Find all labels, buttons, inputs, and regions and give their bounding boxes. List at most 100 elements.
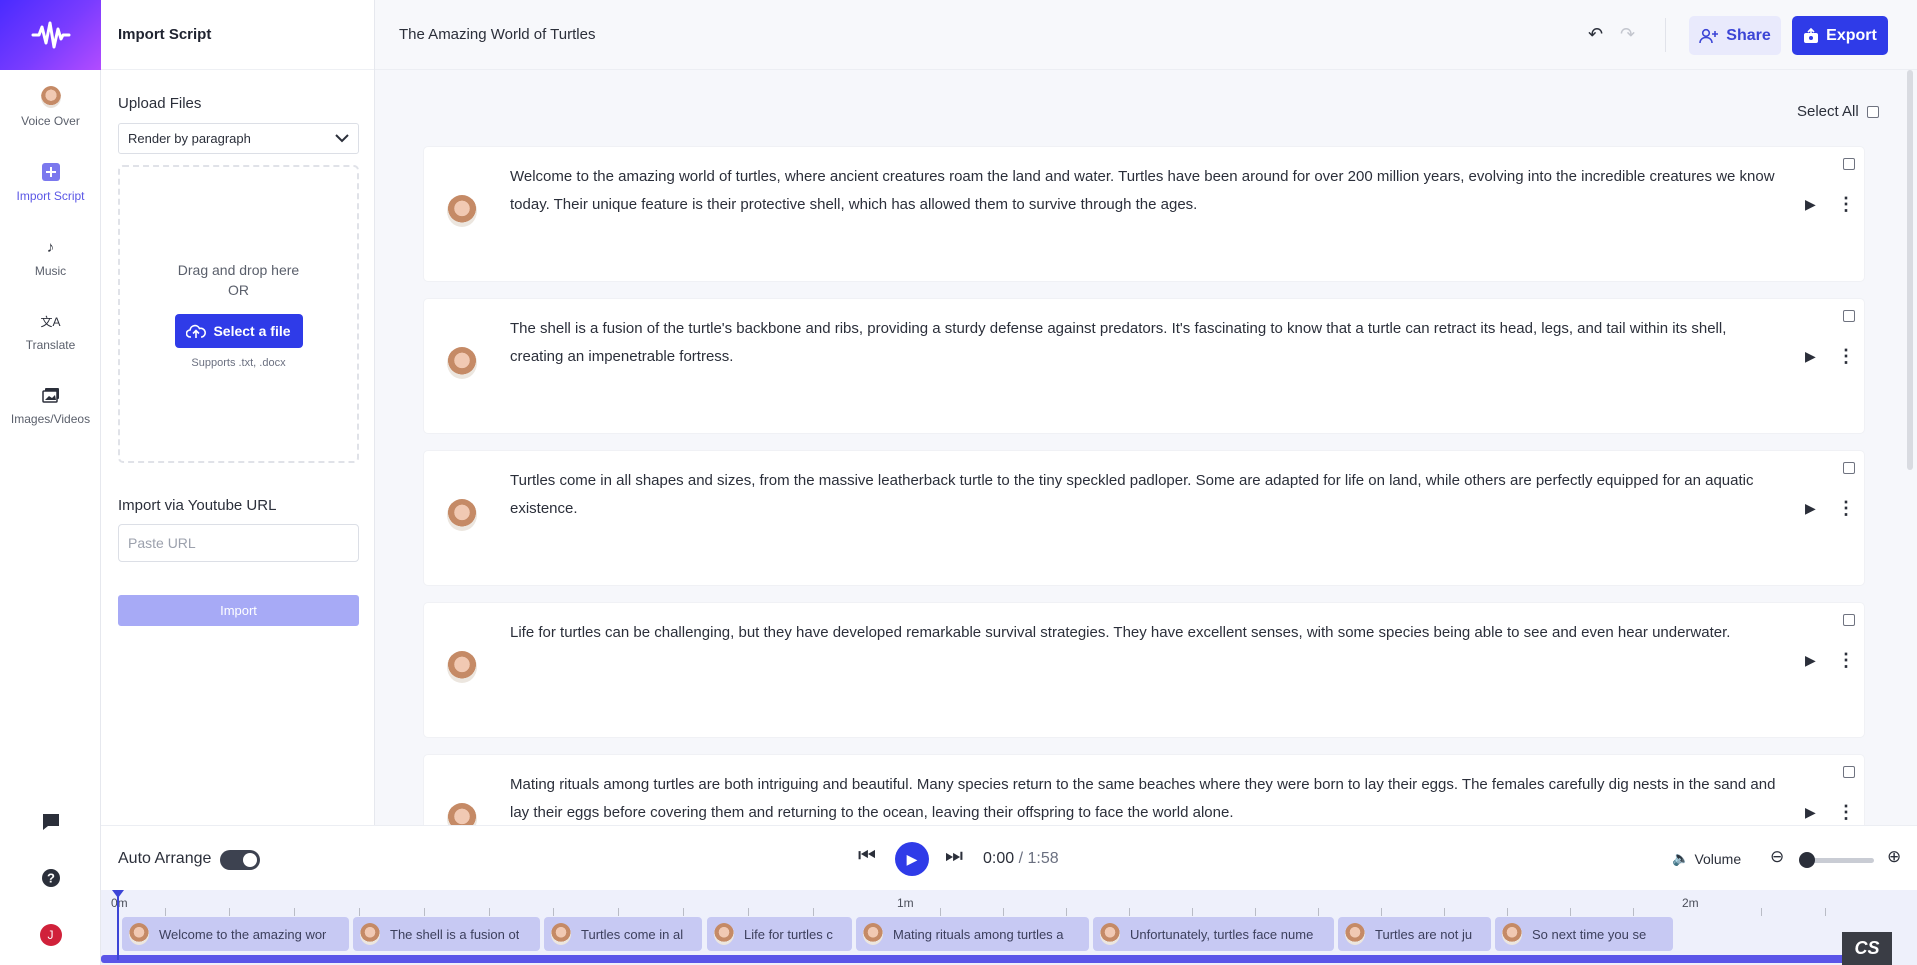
- render-mode-value: Render by paragraph: [128, 131, 251, 146]
- clip-avatar: [863, 923, 883, 945]
- help-button[interactable]: ?: [0, 868, 101, 888]
- rail-item-voice-over[interactable]: Voice Over: [0, 86, 101, 128]
- timeline-clip[interactable]: Life for turtles c: [707, 917, 852, 951]
- skip-back-icon[interactable]: ⏮: [858, 845, 876, 868]
- timeline-ruler: 0m 1m 2m: [101, 890, 1917, 917]
- paragraph-checkbox[interactable]: [1843, 462, 1855, 474]
- timeline-clip[interactable]: Mating rituals among turtles a: [856, 917, 1089, 951]
- voice-avatar[interactable]: [447, 499, 477, 531]
- paragraph-card[interactable]: Mating rituals among turtles are both in…: [424, 755, 1864, 825]
- ruler-tick: [1066, 908, 1067, 916]
- avatar-icon: [40, 86, 61, 108]
- paragraph-checkbox[interactable]: [1843, 766, 1855, 778]
- clip-label: Unfortunately, turtles face nume: [1130, 926, 1314, 942]
- youtube-url-input[interactable]: [118, 524, 359, 562]
- paragraph-text[interactable]: Life for turtles can be challenging, but…: [510, 619, 1780, 647]
- zoom-in-icon[interactable]: ⊕: [1887, 847, 1901, 867]
- more-options-icon[interactable]: ⋮: [1837, 650, 1855, 671]
- current-time: 0:00: [983, 850, 1015, 867]
- auto-arrange-toggle[interactable]: [220, 850, 260, 870]
- panel-title: Import Script: [101, 0, 374, 70]
- paragraph-text[interactable]: The shell is a fusion of the turtle's ba…: [510, 315, 1780, 371]
- app-logo[interactable]: [0, 0, 101, 70]
- ruler-tick: [618, 908, 619, 916]
- skip-forward-icon[interactable]: ⏭: [945, 845, 963, 868]
- project-title[interactable]: The Amazing World of Turtles: [399, 26, 595, 43]
- chat-button[interactable]: [0, 812, 101, 832]
- ruler-tick: [1003, 908, 1004, 916]
- share-button[interactable]: Share: [1689, 16, 1781, 55]
- paragraph-checkbox[interactable]: [1843, 614, 1855, 626]
- paragraph-text[interactable]: Turtles come in all shapes and sizes, fr…: [510, 467, 1780, 523]
- timeline-clip[interactable]: Welcome to the amazing wor: [122, 917, 349, 951]
- waveform-logo-icon: [31, 21, 70, 49]
- timeline[interactable]: 0m 1m 2m Welcome to the amazing wor The …: [101, 890, 1917, 965]
- undo-icon[interactable]: ↶: [1588, 24, 1603, 45]
- paragraph-text[interactable]: Mating rituals among turtles are both in…: [510, 771, 1780, 825]
- timeline-clip[interactable]: So next time you se: [1495, 917, 1673, 951]
- rail-item-label: Music: [34, 264, 67, 278]
- select-file-button[interactable]: Select a file: [174, 313, 303, 348]
- ruler-tick: [294, 908, 295, 916]
- paragraph-card[interactable]: Turtles come in all shapes and sizes, fr…: [424, 451, 1864, 585]
- drag-drop-text: Drag and drop here: [177, 261, 300, 278]
- paragraph-card[interactable]: Life for turtles can be challenging, but…: [424, 603, 1864, 737]
- ruler-tick: [1633, 908, 1634, 916]
- paragraph-checkbox[interactable]: [1843, 158, 1855, 170]
- timeline-playhead[interactable]: [112, 890, 124, 960]
- play-icon[interactable]: ▶: [1805, 804, 1816, 821]
- paragraph-checkbox[interactable]: [1843, 310, 1855, 322]
- more-options-icon[interactable]: ⋮: [1837, 194, 1855, 215]
- play-icon[interactable]: ▶: [1805, 500, 1816, 517]
- render-mode-select[interactable]: Render by paragraph: [118, 123, 359, 154]
- ruler-tick: [683, 908, 684, 916]
- rail-item-music[interactable]: ♪ Music: [0, 236, 101, 279]
- ruler-tick: [359, 908, 360, 916]
- timeline-clip[interactable]: The shell is a fusion ot: [353, 917, 540, 951]
- voice-avatar[interactable]: [447, 803, 477, 825]
- more-options-icon[interactable]: ⋮: [1837, 498, 1855, 519]
- import-button[interactable]: Import: [118, 595, 359, 626]
- or-text: OR: [228, 281, 249, 298]
- paragraph-card[interactable]: The shell is a fusion of the turtle's ba…: [424, 299, 1864, 433]
- select-all-control[interactable]: Select All: [1797, 103, 1879, 120]
- select-all-checkbox[interactable]: [1866, 105, 1879, 118]
- rail-item-import-script[interactable]: Import Script: [0, 161, 101, 203]
- voice-avatar[interactable]: [447, 651, 477, 683]
- export-icon: [1804, 27, 1819, 43]
- ruler-tick: [489, 908, 490, 916]
- total-duration: 1:58: [1027, 850, 1059, 867]
- rail-item-images-videos[interactable]: Images/Videos: [0, 384, 101, 426]
- timeline-clip[interactable]: Turtles come in al: [544, 917, 702, 951]
- file-dropzone[interactable]: Drag and drop here OR Select a file Supp…: [118, 165, 359, 463]
- play-icon[interactable]: ▶: [1805, 652, 1816, 669]
- vertical-scrollbar[interactable]: [1907, 70, 1913, 470]
- user-avatar[interactable]: J: [0, 924, 101, 946]
- redo-icon[interactable]: ↷: [1620, 24, 1635, 45]
- paragraph-text[interactable]: Welcome to the amazing world of turtles,…: [510, 163, 1780, 219]
- more-options-icon[interactable]: ⋮: [1837, 802, 1855, 823]
- play-icon[interactable]: ▶: [1805, 196, 1816, 213]
- zoom-slider-handle[interactable]: [1799, 852, 1815, 868]
- voice-avatar[interactable]: [447, 195, 477, 227]
- ruler-tick: [1507, 908, 1508, 916]
- rail-item-translate[interactable]: 文A Translate: [0, 310, 101, 353]
- zoom-out-icon[interactable]: ⊖: [1770, 847, 1784, 867]
- export-button[interactable]: Export: [1792, 16, 1888, 55]
- ruler-tick: [1381, 908, 1382, 916]
- more-options-icon[interactable]: ⋮: [1837, 346, 1855, 367]
- volume-control[interactable]: 🔈 Volume: [1672, 850, 1741, 867]
- timeline-clip[interactable]: Turtles are not ju: [1338, 917, 1491, 951]
- select-file-label: Select a file: [213, 322, 291, 339]
- ruler-tick: [748, 908, 749, 916]
- timeline-clip[interactable]: Unfortunately, turtles face nume: [1093, 917, 1334, 951]
- paragraph-card[interactable]: Welcome to the amazing world of turtles,…: [424, 147, 1864, 281]
- clip-label: So next time you se: [1532, 926, 1647, 942]
- ruler-tick: [1318, 908, 1319, 916]
- clip-label: Life for turtles c: [744, 926, 833, 942]
- play-button[interactable]: ▶: [895, 842, 929, 876]
- voice-avatar[interactable]: [447, 347, 477, 379]
- play-icon[interactable]: ▶: [1805, 348, 1816, 365]
- timeline-track-bar: [101, 955, 1891, 963]
- rail-item-label: Import Script: [16, 189, 85, 203]
